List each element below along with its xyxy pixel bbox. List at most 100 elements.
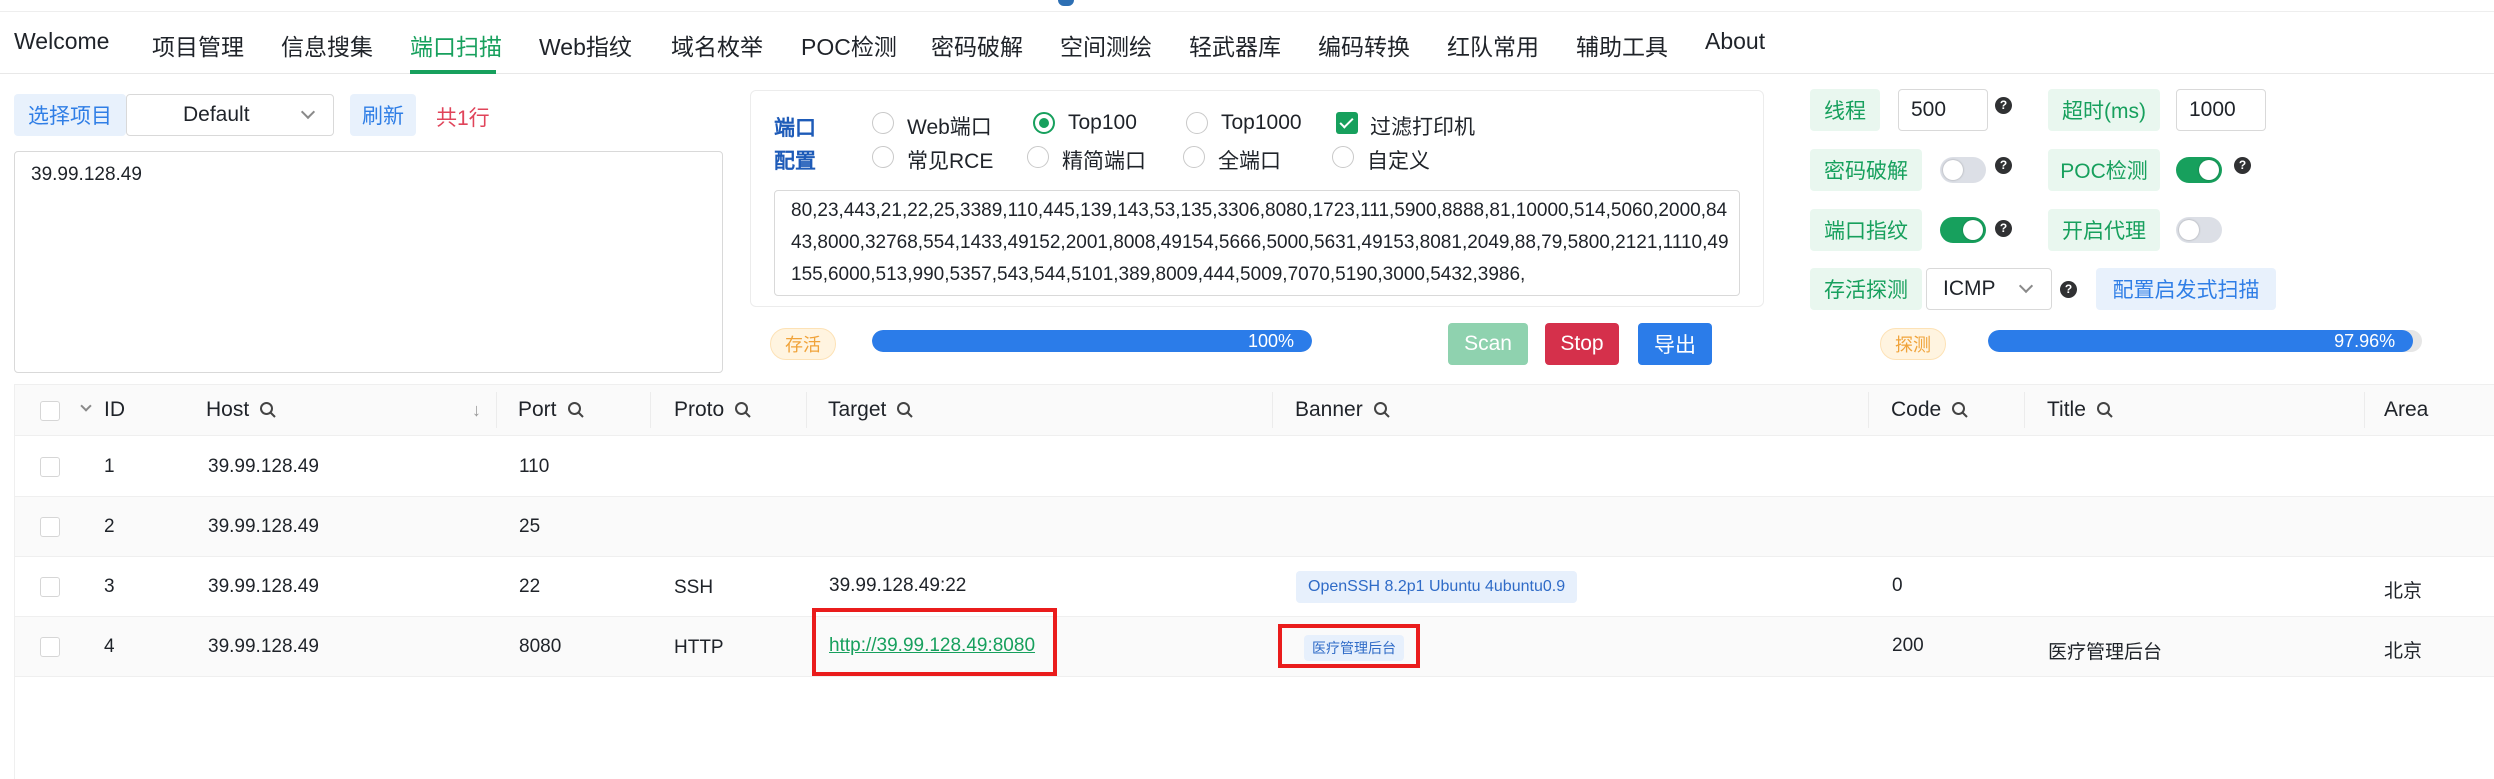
alive-detect-label: 存活探测: [1810, 268, 1922, 310]
radio-custom[interactable]: [1332, 146, 1354, 168]
col-banner[interactable]: Banner: [1295, 398, 1391, 422]
option-lite-ports: 精简端口: [1062, 150, 1146, 173]
radio-top1000[interactable]: [1186, 112, 1208, 134]
targets-textarea[interactable]: 39.99.128.49: [14, 151, 723, 373]
port-fingerprint-label: 端口指纹: [1810, 209, 1922, 251]
tab-port-scan[interactable]: 端口扫描: [410, 28, 502, 62]
cell-id: 1: [104, 456, 115, 477]
threads-help-icon[interactable]: ?: [1995, 97, 2012, 114]
password-crack-toggle[interactable]: [1940, 157, 1986, 183]
ports-textarea[interactable]: 80,23,443,21,22,25,3389,110,445,139,143,…: [774, 190, 1740, 296]
alive-help-icon[interactable]: ?: [2060, 281, 2077, 298]
column-divider: [806, 392, 807, 428]
column-divider: [2024, 392, 2025, 428]
row-checkbox[interactable]: [40, 457, 60, 477]
poc-detect-toggle[interactable]: [2176, 157, 2222, 183]
col-banner-label: Banner: [1295, 398, 1363, 421]
radio-web-ports[interactable]: [872, 112, 894, 134]
col-port-label: Port: [518, 398, 557, 421]
col-target-label: Target: [828, 398, 887, 421]
col-code[interactable]: Code: [1891, 398, 1969, 422]
search-icon[interactable]: [734, 401, 752, 419]
scan-button[interactable]: Scan: [1448, 323, 1528, 365]
cell-port: 25: [519, 516, 541, 537]
threads-input[interactable]: 500: [1898, 89, 1988, 131]
table-row[interactable]: 2 39.99.128.49 25: [14, 497, 2494, 557]
tab-redteam[interactable]: 红队常用: [1447, 28, 1539, 62]
tab-encoding[interactable]: 编码转换: [1318, 28, 1410, 62]
poc-help-icon[interactable]: ?: [2234, 157, 2251, 174]
probe-progress-bar: 97.96%: [1988, 330, 2422, 352]
radio-common-rce[interactable]: [872, 146, 894, 168]
tab-about[interactable]: About: [1705, 28, 1765, 55]
timeout-value: 1000: [2189, 98, 2236, 121]
row-count: 共1行: [436, 107, 490, 130]
row-checkbox[interactable]: [40, 517, 60, 537]
stop-button[interactable]: Stop: [1545, 323, 1619, 365]
radio-all-ports[interactable]: [1183, 146, 1205, 168]
tab-light-weapons[interactable]: 轻武器库: [1189, 28, 1281, 62]
filter-printer-checkbox[interactable]: [1336, 112, 1358, 134]
project-select-value: Default: [183, 103, 250, 126]
tab-project-management[interactable]: 项目管理: [152, 28, 244, 62]
cell-area: 北京: [2384, 641, 2423, 662]
cell-target: 39.99.128.49:22: [829, 575, 967, 596]
alive-mode-value: ICMP: [1943, 277, 1996, 300]
col-target[interactable]: Target: [828, 398, 914, 422]
cell-banner: OpenSSH 8.2p1 Ubuntu 4ubuntu0.9: [1296, 571, 1578, 603]
search-icon[interactable]: [2096, 401, 2114, 419]
row-checkbox[interactable]: [40, 637, 60, 657]
tab-poc-detect[interactable]: POC检测: [801, 28, 897, 62]
table-row[interactable]: 3 39.99.128.49 22 SSH 39.99.128.49:22 Op…: [14, 557, 2494, 617]
radio-top100[interactable]: [1033, 112, 1055, 134]
sort-icon[interactable]: ↓: [472, 400, 481, 421]
fingerprint-help-icon[interactable]: ?: [1995, 220, 2012, 237]
password-help-icon[interactable]: ?: [1995, 157, 2012, 174]
cell-port: 110: [519, 456, 550, 477]
row-checkbox[interactable]: [40, 577, 60, 597]
cell-port: 22: [519, 576, 541, 597]
col-proto[interactable]: Proto: [674, 398, 752, 422]
search-icon[interactable]: [896, 401, 914, 419]
alive-progress-bar: 100%: [872, 330, 1312, 352]
col-id[interactable]: ID: [104, 398, 125, 422]
tab-domain-enum[interactable]: 域名枚举: [671, 28, 763, 62]
port-fingerprint-toggle[interactable]: [1940, 217, 1986, 243]
tab-password-crack[interactable]: 密码破解: [931, 28, 1023, 62]
active-tab-underline: [410, 70, 496, 74]
search-icon[interactable]: [1373, 401, 1391, 419]
table-row[interactable]: 4 39.99.128.49 8080 HTTP http://39.99.12…: [14, 617, 2494, 677]
project-select[interactable]: Default: [126, 94, 334, 136]
proxy-toggle[interactable]: [2176, 217, 2222, 243]
cell-host: 39.99.128.49: [208, 576, 319, 597]
search-icon[interactable]: [567, 401, 585, 419]
search-icon[interactable]: [1951, 401, 1969, 419]
table-row[interactable]: 1 39.99.128.49 110: [14, 437, 2494, 497]
col-host[interactable]: Host: [206, 398, 277, 422]
search-icon[interactable]: [259, 401, 277, 419]
poc-detect-label: POC检测: [2048, 149, 2160, 191]
column-divider: [1272, 392, 1273, 428]
tab-space-mapping[interactable]: 空间测绘: [1060, 28, 1152, 62]
select-all-checkbox[interactable]: [40, 401, 60, 421]
heuristic-scan-config-button[interactable]: 配置启发式扫描: [2096, 268, 2276, 310]
table-left-border: [14, 384, 15, 779]
refresh-button[interactable]: 刷新: [350, 94, 416, 136]
col-title[interactable]: Title: [2047, 398, 2114, 422]
tab-web-fingerprint[interactable]: Web指纹: [539, 28, 632, 62]
cell-id: 4: [104, 636, 115, 657]
tab-welcome[interactable]: Welcome: [14, 28, 109, 55]
col-area[interactable]: Area: [2384, 398, 2428, 422]
threads-label: 线程: [1810, 89, 1880, 131]
radio-lite-ports[interactable]: [1027, 146, 1049, 168]
option-web-ports: Web端口: [907, 116, 992, 139]
tab-aux-tools[interactable]: 辅助工具: [1576, 28, 1668, 62]
tab-info-gathering[interactable]: 信息搜集: [281, 28, 373, 62]
config-label: 配置: [774, 150, 816, 173]
option-top100: Top100: [1068, 111, 1137, 134]
col-port[interactable]: Port: [518, 398, 585, 422]
timeout-input[interactable]: 1000: [2176, 89, 2266, 131]
proxy-label: 开启代理: [2048, 209, 2160, 251]
alive-mode-select[interactable]: ICMP: [1926, 268, 2052, 310]
export-button[interactable]: 导出: [1638, 323, 1712, 365]
